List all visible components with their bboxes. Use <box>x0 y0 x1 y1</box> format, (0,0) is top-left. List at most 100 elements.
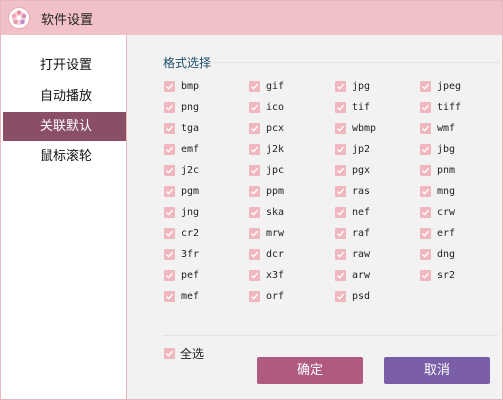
checkbox-checked-icon <box>335 206 346 218</box>
format-checkbox-ico[interactable]: ico <box>249 100 284 114</box>
checkbox-checked-icon <box>420 269 431 281</box>
checkbox-checked-icon <box>335 101 346 113</box>
format-checkbox-tiff[interactable]: tiff <box>420 100 461 114</box>
format-label: png <box>181 101 200 113</box>
checkbox-checked-icon <box>420 248 431 260</box>
format-checkbox-3fr[interactable]: 3fr <box>164 247 199 261</box>
checkbox-checked-icon <box>249 101 260 113</box>
checkbox-checked-icon <box>335 248 346 260</box>
format-checkbox-jbg[interactable]: jbg <box>420 142 455 156</box>
format-checkbox-jpg[interactable]: jpg <box>335 79 370 93</box>
sidebar-item-open-settings[interactable]: 打开设置 <box>3 51 126 80</box>
format-checkbox-jpc[interactable]: jpc <box>249 163 284 177</box>
sidebar-item-label: 关联默认 <box>40 119 93 134</box>
checkbox-checked-icon <box>164 290 175 302</box>
sidebar-item-file-association[interactable]: 关联默认 <box>3 112 126 141</box>
format-checkbox-pcx[interactable]: pcx <box>249 121 284 135</box>
format-label: mng <box>437 185 456 197</box>
checkbox-checked-icon <box>249 122 260 134</box>
format-label: gif <box>266 80 285 92</box>
checkbox-checked-icon <box>420 80 431 92</box>
checkbox-checked-icon <box>335 122 346 134</box>
settings-window: 软件设置 打开设置 自动播放 关联默认 鼠标滚轮 格式选择 bmp gif jpg j… <box>0 0 503 400</box>
format-checkbox-arw[interactable]: arw <box>335 268 370 282</box>
format-checkbox-wbmp[interactable]: wbmp <box>335 121 376 135</box>
format-checkbox-wmf[interactable]: wmf <box>420 121 455 135</box>
title-bar[interactable]: 软件设置 <box>1 1 502 35</box>
checkbox-checked-icon <box>420 227 431 239</box>
format-checkbox-pnm[interactable]: pnm <box>420 163 455 177</box>
format-label: bmp <box>181 80 200 92</box>
format-checkbox-dcr[interactable]: dcr <box>249 247 284 261</box>
format-checkbox-pgm[interactable]: pgm <box>164 184 199 198</box>
format-checkbox-bmp[interactable]: bmp <box>164 79 199 93</box>
format-label: ska <box>266 206 285 218</box>
format-checkbox-x3f[interactable]: x3f <box>249 268 284 282</box>
format-checkbox-png[interactable]: png <box>164 100 199 114</box>
sidebar-item-autoplay[interactable]: 自动播放 <box>3 82 126 111</box>
format-label: jpg <box>352 80 371 92</box>
cancel-button[interactable]: 取消 <box>384 357 490 384</box>
sidebar-item-label: 打开设置 <box>40 58 93 73</box>
format-checkbox-tga[interactable]: tga <box>164 121 199 135</box>
select-all-label: 全选 <box>180 346 205 361</box>
window-title: 软件设置 <box>41 13 94 28</box>
format-checkbox-tif[interactable]: tif <box>335 100 370 114</box>
checkbox-checked-icon <box>335 269 346 281</box>
checkbox-checked-icon <box>164 80 175 92</box>
format-checkbox-j2c[interactable]: j2c <box>164 163 199 177</box>
format-checkbox-jng[interactable]: jng <box>164 205 199 219</box>
checkbox-checked-icon <box>420 143 431 155</box>
format-label: jpeg <box>437 80 462 92</box>
format-label: jp2 <box>352 143 371 155</box>
app-logo-icon <box>8 7 30 29</box>
format-label: arw <box>352 269 371 281</box>
sidebar-item-label: 鼠标滚轮 <box>40 149 93 164</box>
format-checkbox-pgx[interactable]: pgx <box>335 163 370 177</box>
format-checkbox-raw[interactable]: raw <box>335 247 370 261</box>
format-checkbox-dng[interactable]: dng <box>420 247 455 261</box>
format-label: mrw <box>266 227 285 239</box>
format-checkbox-emf[interactable]: emf <box>164 142 199 156</box>
format-checkbox-gif[interactable]: gif <box>249 79 284 93</box>
checkbox-checked-icon <box>249 143 260 155</box>
format-label: dng <box>437 248 456 260</box>
format-label: jbg <box>437 143 456 155</box>
format-checkbox-mrw[interactable]: mrw <box>249 226 284 240</box>
format-checkbox-sr2[interactable]: sr2 <box>420 268 455 282</box>
format-checkbox-ppm[interactable]: ppm <box>249 184 284 198</box>
format-label: jpc <box>266 164 285 176</box>
select-all-checkbox[interactable]: 全选 <box>164 346 205 361</box>
format-checkbox-ska[interactable]: ska <box>249 205 284 219</box>
format-checkbox-mng[interactable]: mng <box>420 184 455 198</box>
checkbox-checked-icon <box>420 206 431 218</box>
format-checkbox-jp2[interactable]: jp2 <box>335 142 370 156</box>
checkbox-checked-icon <box>164 101 175 113</box>
format-label: pef <box>181 269 200 281</box>
checkbox-checked-icon <box>249 206 260 218</box>
format-checkbox-ras[interactable]: ras <box>335 184 370 198</box>
format-checkbox-mef[interactable]: mef <box>164 289 199 303</box>
format-label: psd <box>352 290 371 302</box>
footer-divider <box>163 335 498 336</box>
ok-button[interactable]: 确定 <box>257 357 363 384</box>
format-label: raf <box>352 227 371 239</box>
format-checkbox-psd[interactable]: psd <box>335 289 370 303</box>
format-group-title: 格式选择 <box>163 56 212 70</box>
sidebar-item-mouse-wheel[interactable]: 鼠标滚轮 <box>3 142 126 171</box>
format-checkbox-orf[interactable]: orf <box>249 289 284 303</box>
format-label: wmf <box>437 122 456 134</box>
format-checkbox-jpeg[interactable]: jpeg <box>420 79 461 93</box>
checkbox-checked-icon <box>420 185 431 197</box>
checkbox-checked-icon <box>249 80 260 92</box>
format-checkbox-cr2[interactable]: cr2 <box>164 226 199 240</box>
format-checkbox-raf[interactable]: raf <box>335 226 370 240</box>
format-checkbox-crw[interactable]: crw <box>420 205 455 219</box>
checkbox-checked-icon <box>249 290 260 302</box>
format-checkbox-j2k[interactable]: j2k <box>249 142 284 156</box>
format-checkbox-pef[interactable]: pef <box>164 268 199 282</box>
format-checkbox-nef[interactable]: nef <box>335 205 370 219</box>
format-label: ico <box>266 101 285 113</box>
format-label: 3fr <box>181 248 200 260</box>
format-checkbox-erf[interactable]: erf <box>420 226 455 240</box>
